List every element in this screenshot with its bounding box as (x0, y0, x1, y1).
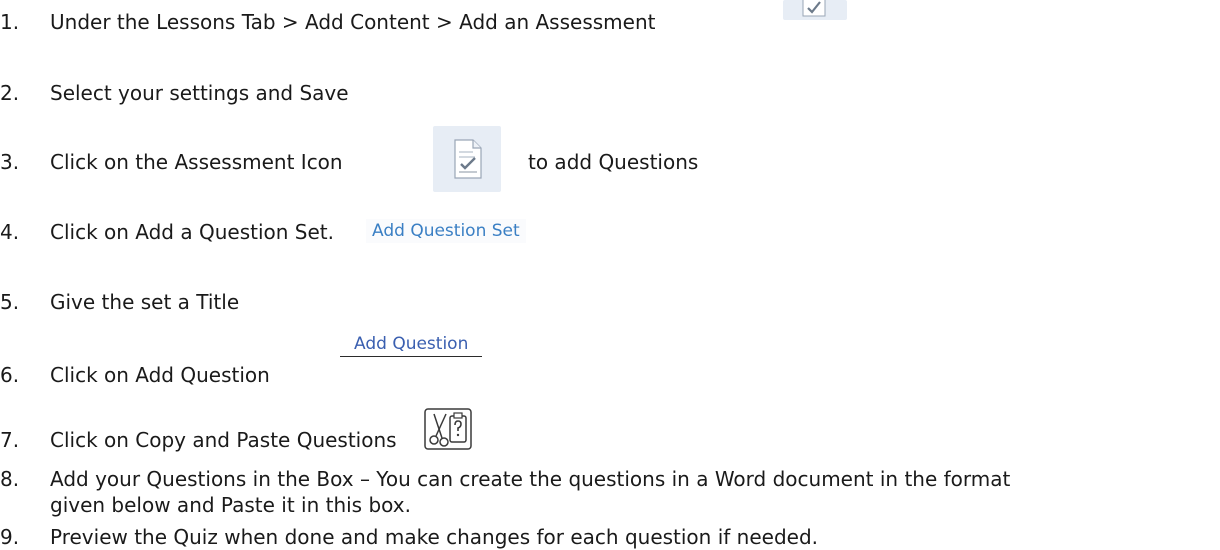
step-9: 9. Preview the Quiz when done and make ch… (0, 525, 818, 549)
step-text: Click on Add a Question Set. (50, 220, 334, 244)
step-8-continuation: given below and Paste it in this box. (50, 493, 411, 517)
step-4: 4. Click on Add a Question Set. (0, 220, 334, 244)
assessment-icon[interactable] (433, 126, 501, 192)
step-7: 7. Click on Copy and Paste Questions (0, 428, 397, 452)
step-1: 1. Under the Lessons Tab > Add Content > … (0, 10, 655, 34)
step-5: 5. Give the set a Title (0, 290, 239, 314)
step-text: Add your Questions in the Box – You can … (50, 467, 1011, 491)
step-text: Preview the Quiz when done and make chan… (50, 525, 818, 549)
step-number: 8. (0, 467, 20, 491)
step-number: 5. (0, 290, 20, 314)
step-number: 4. (0, 220, 20, 244)
step-2: 2. Select your settings and Save (0, 81, 349, 105)
step-text: Click on Add Question (50, 363, 270, 387)
add-question-set-button[interactable]: Add Question Set (366, 219, 526, 243)
step-3-after-text: to add Questions (528, 150, 699, 174)
step-8: 8. Add your Questions in the Box – You ca… (0, 467, 1010, 491)
assessment-icon[interactable] (783, 0, 847, 20)
step-6: 6. Click on Add Question (0, 363, 270, 387)
step-text: Under the Lessons Tab > Add Content > Ad… (50, 10, 656, 34)
step-number: 2. (0, 81, 20, 105)
step-number: 9. (0, 525, 20, 549)
add-question-button[interactable]: Add Question (340, 334, 483, 357)
step-text: Give the set a Title (50, 290, 240, 314)
step-number: 1. (0, 10, 20, 34)
step-text: Click on Copy and Paste Questions (50, 428, 397, 452)
step-number: 7. (0, 428, 20, 452)
copy-paste-questions-icon[interactable] (424, 408, 472, 454)
step-text: Click on the Assessment Icon (50, 150, 343, 174)
step-text: Select your settings and Save (50, 81, 349, 105)
step-number: 6. (0, 363, 20, 387)
step-number: 3. (0, 150, 20, 174)
step-3: 3. Click on the Assessment Icon (0, 150, 343, 174)
